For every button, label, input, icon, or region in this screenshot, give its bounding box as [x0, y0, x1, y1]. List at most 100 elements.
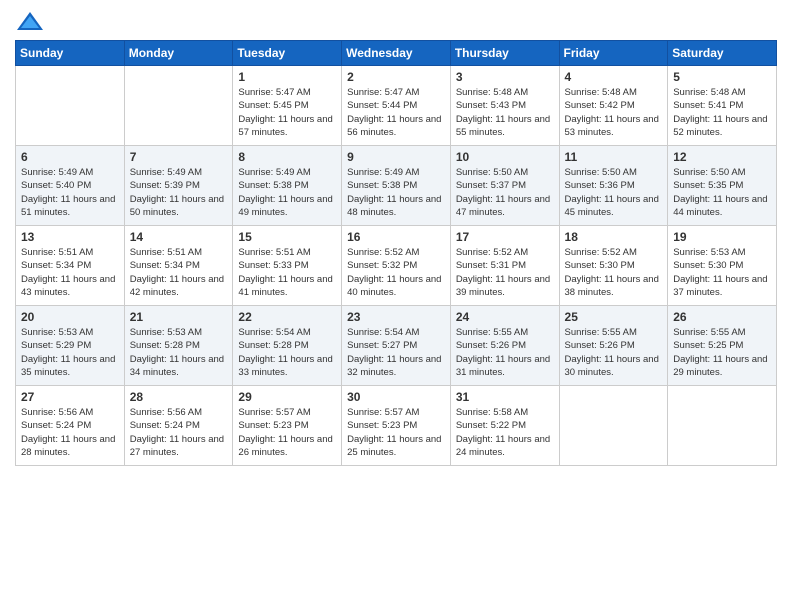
day-info: Sunrise: 5:48 AM Sunset: 5:43 PM Dayligh…	[456, 86, 554, 139]
calendar-cell: 9 Sunrise: 5:49 AM Sunset: 5:38 PM Daylig…	[342, 146, 451, 226]
day-info: Sunrise: 5:47 AM Sunset: 5:44 PM Dayligh…	[347, 86, 445, 139]
day-number: 7	[130, 150, 228, 164]
day-number: 3	[456, 70, 554, 84]
day-info: Sunrise: 5:56 AM Sunset: 5:24 PM Dayligh…	[130, 406, 228, 459]
day-number: 6	[21, 150, 119, 164]
day-info: Sunrise: 5:51 AM Sunset: 5:33 PM Dayligh…	[238, 246, 336, 299]
day-info: Sunrise: 5:58 AM Sunset: 5:22 PM Dayligh…	[456, 406, 554, 459]
day-info: Sunrise: 5:52 AM Sunset: 5:31 PM Dayligh…	[456, 246, 554, 299]
calendar-cell: 4Sunrise: 5:48 AM Sunset: 5:42 PM Daylig…	[559, 66, 668, 146]
day-number: 23	[347, 310, 445, 324]
day-info: Sunrise: 5:50 AM Sunset: 5:37 PM Dayligh…	[456, 166, 554, 219]
day-number: 30	[347, 390, 445, 404]
calendar-cell: 23 Sunrise: 5:54 AM Sunset: 5:27 PM Dayli…	[342, 306, 451, 386]
calendar-cell: 18 Sunrise: 5:52 AM Sunset: 5:30 PM Dayli…	[559, 226, 668, 306]
calendar-header-friday: Friday	[559, 41, 668, 66]
calendar-cell: 20 Sunrise: 5:53 AM Sunset: 5:29 PM Dayli…	[16, 306, 125, 386]
day-number: 31	[456, 390, 554, 404]
day-number: 20	[21, 310, 119, 324]
day-info: Sunrise: 5:51 AM Sunset: 5:34 PM Dayligh…	[130, 246, 228, 299]
calendar-cell	[16, 66, 125, 146]
day-info: Sunrise: 5:52 AM Sunset: 5:32 PM Dayligh…	[347, 246, 445, 299]
day-info: Sunrise: 5:49 AM Sunset: 5:39 PM Dayligh…	[130, 166, 228, 219]
calendar-cell: 12 Sunrise: 5:50 AM Sunset: 5:35 PM Dayli…	[668, 146, 777, 226]
day-number: 11	[565, 150, 663, 164]
day-number: 29	[238, 390, 336, 404]
day-info: Sunrise: 5:51 AM Sunset: 5:34 PM Dayligh…	[21, 246, 119, 299]
day-info: Sunrise: 5:55 AM Sunset: 5:25 PM Dayligh…	[673, 326, 771, 379]
calendar-cell: 29 Sunrise: 5:57 AM Sunset: 5:23 PM Dayli…	[233, 386, 342, 466]
day-number: 2	[347, 70, 445, 84]
calendar-header-thursday: Thursday	[450, 41, 559, 66]
calendar-cell	[668, 386, 777, 466]
calendar-header-row: SundayMondayTuesdayWednesdayThursdayFrid…	[16, 41, 777, 66]
calendar-cell: 31 Sunrise: 5:58 AM Sunset: 5:22 PM Dayli…	[450, 386, 559, 466]
calendar-week-row: 6 Sunrise: 5:49 AM Sunset: 5:40 PM Daylig…	[16, 146, 777, 226]
day-number: 10	[456, 150, 554, 164]
day-info: Sunrise: 5:54 AM Sunset: 5:27 PM Dayligh…	[347, 326, 445, 379]
calendar-cell: 16 Sunrise: 5:52 AM Sunset: 5:32 PM Dayli…	[342, 226, 451, 306]
day-info: Sunrise: 5:57 AM Sunset: 5:23 PM Dayligh…	[238, 406, 336, 459]
calendar-cell: 15 Sunrise: 5:51 AM Sunset: 5:33 PM Dayli…	[233, 226, 342, 306]
day-number: 25	[565, 310, 663, 324]
day-info: Sunrise: 5:47 AM Sunset: 5:45 PM Dayligh…	[238, 86, 336, 139]
calendar-cell: 1 Sunrise: 5:47 AM Sunset: 5:45 PM Daylig…	[233, 66, 342, 146]
day-number: 8	[238, 150, 336, 164]
day-number: 28	[130, 390, 228, 404]
calendar-cell	[124, 66, 233, 146]
calendar-cell: 27Sunrise: 5:56 AM Sunset: 5:24 PM Dayli…	[16, 386, 125, 466]
logo-icon	[15, 10, 45, 34]
day-number: 27	[21, 390, 119, 404]
calendar-week-row: 20 Sunrise: 5:53 AM Sunset: 5:29 PM Dayli…	[16, 306, 777, 386]
calendar-cell: 10 Sunrise: 5:50 AM Sunset: 5:37 PM Dayli…	[450, 146, 559, 226]
day-number: 13	[21, 230, 119, 244]
calendar-week-row: 1 Sunrise: 5:47 AM Sunset: 5:45 PM Daylig…	[16, 66, 777, 146]
calendar-header-wednesday: Wednesday	[342, 41, 451, 66]
calendar-cell: 19 Sunrise: 5:53 AM Sunset: 5:30 PM Dayli…	[668, 226, 777, 306]
day-number: 24	[456, 310, 554, 324]
calendar-header-saturday: Saturday	[668, 41, 777, 66]
day-number: 21	[130, 310, 228, 324]
calendar-cell: 28 Sunrise: 5:56 AM Sunset: 5:24 PM Dayli…	[124, 386, 233, 466]
calendar-header-tuesday: Tuesday	[233, 41, 342, 66]
calendar-header-sunday: Sunday	[16, 41, 125, 66]
calendar-cell: 5 Sunrise: 5:48 AM Sunset: 5:41 PM Daylig…	[668, 66, 777, 146]
calendar-cell: 11 Sunrise: 5:50 AM Sunset: 5:36 PM Dayli…	[559, 146, 668, 226]
calendar-cell: 7 Sunrise: 5:49 AM Sunset: 5:39 PM Daylig…	[124, 146, 233, 226]
calendar-header-monday: Monday	[124, 41, 233, 66]
day-number: 4	[565, 70, 663, 84]
day-info: Sunrise: 5:53 AM Sunset: 5:28 PM Dayligh…	[130, 326, 228, 379]
calendar-cell	[559, 386, 668, 466]
day-number: 15	[238, 230, 336, 244]
calendar-cell: 17 Sunrise: 5:52 AM Sunset: 5:31 PM Dayli…	[450, 226, 559, 306]
day-number: 1	[238, 70, 336, 84]
day-info: Sunrise: 5:52 AM Sunset: 5:30 PM Dayligh…	[565, 246, 663, 299]
day-info: Sunrise: 5:49 AM Sunset: 5:38 PM Dayligh…	[238, 166, 336, 219]
calendar-cell: 8 Sunrise: 5:49 AM Sunset: 5:38 PM Daylig…	[233, 146, 342, 226]
day-number: 19	[673, 230, 771, 244]
day-number: 16	[347, 230, 445, 244]
day-info: Sunrise: 5:55 AM Sunset: 5:26 PM Dayligh…	[565, 326, 663, 379]
header	[15, 10, 777, 34]
day-number: 5	[673, 70, 771, 84]
day-info: Sunrise: 5:49 AM Sunset: 5:40 PM Dayligh…	[21, 166, 119, 219]
day-info: Sunrise: 5:48 AM Sunset: 5:41 PM Dayligh…	[673, 86, 771, 139]
day-info: Sunrise: 5:53 AM Sunset: 5:30 PM Dayligh…	[673, 246, 771, 299]
day-info: Sunrise: 5:49 AM Sunset: 5:38 PM Dayligh…	[347, 166, 445, 219]
day-number: 12	[673, 150, 771, 164]
day-info: Sunrise: 5:53 AM Sunset: 5:29 PM Dayligh…	[21, 326, 119, 379]
calendar-cell: 13 Sunrise: 5:51 AM Sunset: 5:34 PM Dayli…	[16, 226, 125, 306]
day-number: 17	[456, 230, 554, 244]
page: SundayMondayTuesdayWednesdayThursdayFrid…	[0, 0, 792, 612]
day-info: Sunrise: 5:50 AM Sunset: 5:36 PM Dayligh…	[565, 166, 663, 219]
calendar-cell: 22Sunrise: 5:54 AM Sunset: 5:28 PM Dayli…	[233, 306, 342, 386]
calendar-week-row: 13 Sunrise: 5:51 AM Sunset: 5:34 PM Dayli…	[16, 226, 777, 306]
calendar-cell: 6 Sunrise: 5:49 AM Sunset: 5:40 PM Daylig…	[16, 146, 125, 226]
day-info: Sunrise: 5:57 AM Sunset: 5:23 PM Dayligh…	[347, 406, 445, 459]
calendar-cell: 14Sunrise: 5:51 AM Sunset: 5:34 PM Dayli…	[124, 226, 233, 306]
day-info: Sunrise: 5:50 AM Sunset: 5:35 PM Dayligh…	[673, 166, 771, 219]
day-number: 18	[565, 230, 663, 244]
day-number: 9	[347, 150, 445, 164]
calendar-cell: 25 Sunrise: 5:55 AM Sunset: 5:26 PM Dayli…	[559, 306, 668, 386]
calendar-cell: 30 Sunrise: 5:57 AM Sunset: 5:23 PM Dayli…	[342, 386, 451, 466]
